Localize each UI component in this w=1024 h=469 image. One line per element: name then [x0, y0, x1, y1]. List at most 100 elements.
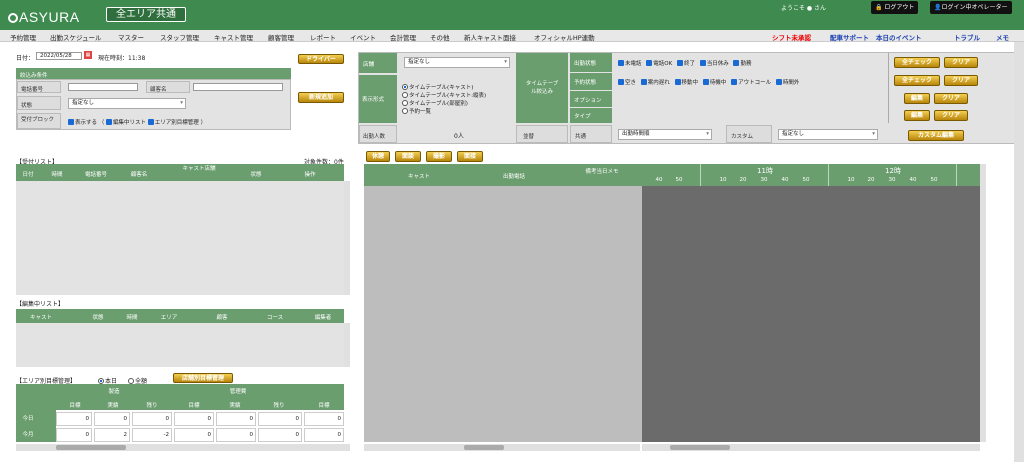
attend-chk-3[interactable] [676, 60, 683, 66]
nav-item-schedule[interactable]: 出勤スケジュール [50, 32, 102, 42]
custom-order-select[interactable]: 指定なし [778, 129, 878, 140]
reserve-clear-button[interactable]: クリア [944, 75, 978, 86]
cast-hscrollbar[interactable] [364, 444, 640, 451]
today-remain-1: 0 [132, 412, 172, 426]
reserve-all-check-button[interactable]: 全チェック [894, 75, 940, 86]
reserve-chk-5[interactable] [731, 79, 738, 85]
lock-icon: 🔒 [875, 4, 883, 11]
target-table-header: 製造 管理費 目標 実績 残り 目標 実績 残り 目標 [16, 384, 344, 410]
minute-label: 50 [802, 177, 810, 183]
editing-list-checkbox[interactable] [106, 119, 113, 125]
common-order-select[interactable]: 出勤時間順 [618, 129, 712, 140]
attend-clear-button[interactable]: クリア [944, 57, 978, 68]
attend-label: 出勤状態 [570, 53, 612, 72]
attend-chk-5[interactable] [733, 60, 740, 66]
hour-divider-12 [828, 164, 829, 186]
nav-item-other[interactable]: その他 [430, 32, 450, 42]
reserve-chk-1[interactable] [618, 79, 624, 85]
cast-hscroll-thumb[interactable] [464, 445, 504, 450]
hour-divider-11 [700, 164, 701, 186]
today-actual-1: 0 [94, 412, 130, 426]
logout-button[interactable]: 🔒 ログアウト [871, 1, 919, 14]
timetable-vscrollbar[interactable] [980, 164, 986, 442]
reserve-chk-6[interactable] [775, 79, 782, 85]
minute-label: 20 [739, 177, 747, 183]
nav-item-report[interactable]: レポート [310, 32, 336, 42]
tab-meeting[interactable]: 面談 [395, 151, 421, 162]
status-select[interactable]: 指定なし [68, 98, 186, 109]
display-opt-list[interactable]: 予約一覧 [402, 108, 486, 116]
nav-item-reservation[interactable]: 予約管理 [10, 32, 36, 42]
option-edit-button[interactable]: 編集 [904, 93, 930, 104]
timetable-hscrollbar[interactable] [642, 444, 980, 451]
nav-item-accounting[interactable]: 会計管理 [390, 32, 416, 42]
reserve-chk-3[interactable] [674, 79, 681, 85]
nav-item-today-event[interactable]: 本日のイベント [876, 32, 922, 42]
filter-header: 絞込み条件 [16, 68, 291, 79]
editing-table-header: キャスト 状態 時間 エリア 顧客 コース 編集者 [16, 309, 344, 323]
attend-chk-2[interactable] [646, 60, 653, 66]
reserve-chk-2[interactable] [640, 79, 647, 85]
timetable-grid [642, 186, 980, 442]
tt-col-memo: 備考当日メモ [585, 169, 619, 175]
attend-all-check-button[interactable]: 全チェック [894, 57, 940, 68]
target-hscroll-thumb[interactable] [56, 445, 126, 450]
nav-item-trouble[interactable]: トラブル [954, 32, 980, 42]
target-hscrollbar[interactable] [16, 444, 350, 451]
nav-item-customer[interactable]: 顧客管理 [268, 32, 294, 42]
reserve-options: 空き 案内遅れ 移動中 待機中 アウトコール 時間外 [618, 78, 799, 86]
month-target-1: 0 [56, 428, 92, 442]
tab-photo[interactable]: 撮影 [426, 151, 452, 162]
main-nav: 予約管理 出勤スケジュール マスター スタッフ管理 キャスト管理 顧客管理 レポ… [0, 30, 1024, 42]
display-opt-cast[interactable]: タイムテーブル(キャスト) [402, 84, 486, 92]
attend-chk-4[interactable] [699, 60, 706, 66]
customer-input[interactable] [193, 83, 283, 91]
store-target-button[interactable]: 店舗別目標管理 [173, 373, 233, 383]
minute-label: 30 [888, 177, 896, 183]
timetable-hscroll-thumb[interactable] [670, 445, 730, 450]
today-target-2: 0 [174, 412, 214, 426]
display-opt-cast-vertical[interactable]: タイムテーブル(キャスト:縦表) [402, 92, 486, 100]
tab-interview[interactable]: 面接 [457, 151, 483, 162]
page-vscrollbar[interactable] [1014, 42, 1024, 462]
reserve-chk-4[interactable] [702, 79, 709, 85]
welcome-text: ようこそ ● さん [781, 5, 827, 12]
nav-item-staff[interactable]: スタッフ管理 [160, 32, 199, 42]
nav-item-event[interactable]: イベント [350, 32, 376, 42]
radio-room-dot [402, 100, 408, 106]
driver-button[interactable]: ドライバー [298, 54, 344, 64]
custom-edit-button[interactable]: カスタム編集 [908, 130, 964, 141]
show-checkbox[interactable] [68, 119, 74, 125]
display-opt-room[interactable]: タイムテーブル(部屋別) [402, 100, 486, 108]
new-add-button[interactable]: 新規追加 [298, 92, 344, 103]
nav-item-shift-unapproved[interactable]: シフト未承認 [772, 32, 811, 42]
nav-item-master[interactable]: マスター [118, 32, 144, 42]
tt-col-attend-phone: 出勤電話 [502, 174, 525, 180]
area-target-checkbox[interactable] [147, 119, 154, 125]
editing-scrollbar[interactable] [344, 323, 350, 367]
date-input[interactable]: 2022/05/28 [36, 52, 82, 60]
timetable-cast-column [364, 186, 642, 442]
target-row-labels: 今日 今月 [16, 410, 56, 442]
phone-input[interactable] [68, 83, 138, 91]
nav-item-official-hp[interactable]: オフィシャルHP連動 [534, 32, 595, 42]
option-clear-button[interactable]: クリア [934, 93, 968, 104]
customer-label: 顧客名 [146, 81, 190, 93]
nav-item-cast[interactable]: キャスト管理 [214, 32, 253, 42]
display-format-label: 表示形式 [359, 75, 397, 123]
type-edit-button[interactable]: 編集 [904, 110, 930, 121]
col-remain-2: 残り [273, 403, 285, 409]
reception-scrollbar[interactable] [344, 181, 350, 295]
store-select[interactable]: 指定なし [404, 57, 510, 68]
hour-label-11: 11時 [757, 167, 773, 175]
option-label: オプション [570, 91, 612, 107]
attend-chk-1[interactable] [618, 60, 624, 66]
tab-break[interactable]: 休憩 [366, 151, 390, 162]
calendar-icon[interactable]: ▦ [84, 51, 92, 59]
area-button[interactable]: 全エリア共通 [106, 7, 186, 22]
nav-item-dispatch[interactable]: 配車サポート [830, 32, 869, 42]
nav-item-memo[interactable]: メモ [996, 32, 1009, 42]
operator-button[interactable]: 👤ログイン中オペレーター [930, 1, 1012, 14]
type-clear-button[interactable]: クリア [934, 110, 968, 121]
nav-item-new-cast-interview[interactable]: 新人キャスト面接 [464, 32, 516, 42]
